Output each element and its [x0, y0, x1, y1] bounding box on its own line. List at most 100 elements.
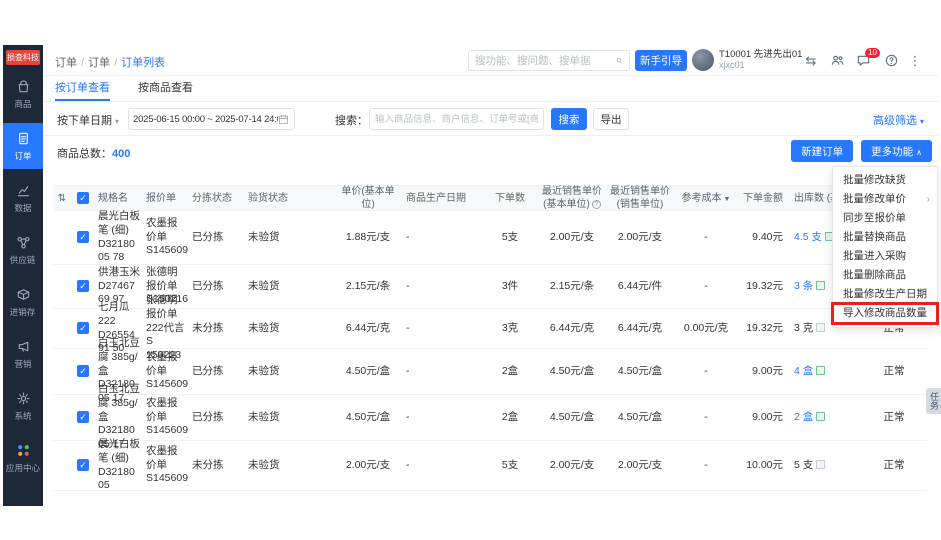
search-icon[interactable]	[616, 55, 623, 67]
sidebar-item-label: 供应链	[10, 253, 36, 265]
export-button[interactable]: 导出	[593, 108, 629, 130]
sidebar-item-supply-chain[interactable]: 供应链	[3, 227, 43, 273]
spec-name[interactable]: 白玉北豆腐 385g/盒	[98, 383, 140, 424]
menu-item[interactable]: 批量删除商品	[833, 266, 937, 285]
edit-icon[interactable]	[816, 323, 825, 332]
menu-item[interactable]: 批量修改缺货	[833, 171, 937, 190]
outbound-quantity[interactable]: 2 盒	[794, 411, 813, 423]
outbound-quantity[interactable]: 4.5 支	[794, 231, 822, 243]
chevron-up-icon: ∧	[916, 148, 922, 157]
message-icon[interactable]: 10	[855, 53, 871, 69]
keyword-search-input[interactable]	[369, 108, 544, 130]
goods-icon	[16, 79, 31, 94]
outbound-quantity[interactable]: 5 支	[794, 459, 813, 471]
breadcrumb-level2[interactable]: 订单	[88, 57, 110, 69]
outbound-quantity[interactable]: 3 条	[794, 280, 813, 292]
sidebar-item-inventory[interactable]: 进销存	[3, 279, 43, 325]
recent-price-base: 6.44元/克	[537, 322, 607, 336]
unit-price: 4.50元/盒	[333, 411, 403, 425]
recent-price-base: 2.15元/条	[537, 280, 607, 294]
sort-icon[interactable]: ⇅	[53, 192, 71, 205]
menu-item[interactable]: 导入修改商品数量	[833, 304, 937, 323]
edit-icon[interactable]	[816, 366, 825, 375]
sidebar-item-label: 订单	[14, 149, 31, 161]
order-amount: 9.00元	[739, 411, 791, 425]
row-checkbox-cell: ✓	[71, 459, 95, 473]
date-type-select[interactable]: 按下单日期▾	[57, 112, 119, 128]
column-header: 分拣状态	[189, 192, 245, 205]
help-icon[interactable]	[883, 53, 899, 69]
switch-account-icon[interactable]: ⇆	[803, 53, 819, 69]
column-header-label: 分拣状态	[192, 193, 232, 204]
row-checkbox[interactable]: ✓	[77, 459, 89, 471]
guide-button[interactable]: 新手引导	[635, 50, 687, 71]
reference-cost: -	[673, 231, 739, 245]
order-amount: 19.32元	[739, 322, 791, 336]
new-order-button[interactable]: 新建订单	[791, 140, 853, 162]
sorting-status: 已分拣	[189, 365, 245, 379]
contacts-icon[interactable]	[829, 53, 845, 69]
menu-item[interactable]: 批量修改生产日期	[833, 285, 937, 304]
sorting-status: 已分拣	[189, 280, 245, 294]
sidebar-item-data[interactable]: 数据	[3, 175, 43, 221]
spec-name[interactable]: 供港玉米	[98, 266, 140, 280]
spec-name[interactable]: 白玉北豆腐 385g/盒	[98, 337, 140, 378]
row-checkbox[interactable]: ✓	[77, 365, 89, 377]
sidebar-item-label: 应用中心	[6, 461, 40, 473]
row-checkbox[interactable]: ✓	[77, 411, 89, 423]
global-search-input[interactable]	[469, 51, 616, 70]
tab-by-product[interactable]: 按商品查看	[138, 76, 193, 101]
more-actions-button[interactable]: 更多功能∧	[861, 140, 932, 162]
breadcrumb-level1[interactable]: 订单	[55, 57, 77, 69]
sidebar-item-app-center[interactable]: 应用中心	[3, 435, 43, 481]
avatar[interactable]	[692, 49, 714, 71]
outbound-quantity[interactable]: 4 盒	[794, 365, 813, 377]
tab-by-order[interactable]: 按订单查看	[55, 76, 110, 101]
column-header: 商品生产日期	[403, 192, 483, 205]
menu-item-label: 同步至报价单	[843, 212, 906, 224]
production-date: -	[403, 231, 483, 245]
edit-icon[interactable]	[816, 460, 825, 469]
spec-name[interactable]: 晨光白板笔 (细)	[98, 438, 140, 465]
advanced-filter-link[interactable]: 高级筛选▾	[873, 112, 924, 128]
filter-bar: 按下单日期▾ 2025-06-15 00:00 ~ 2025-07-14 24:…	[43, 102, 938, 136]
column-header: 报价单	[143, 192, 189, 205]
sidebar-item-orders[interactable]: 订单	[3, 123, 43, 169]
sidebar-item-label: 数据	[14, 201, 31, 213]
menu-item[interactable]: 同步至报价单	[833, 209, 937, 228]
edit-icon[interactable]	[816, 412, 825, 421]
spec-name[interactable]: 七月瓜222	[98, 301, 140, 328]
sorting-status: 未分拣	[189, 322, 245, 336]
filter-caret-icon[interactable]: ▼	[724, 196, 731, 203]
breadcrumb: 订单/订单/订单列表	[55, 54, 165, 70]
row-checkbox[interactable]: ✓	[77, 322, 89, 334]
column-header: 参考成本▼	[673, 192, 739, 205]
row-checkbox[interactable]: ✓	[77, 280, 89, 292]
date-range-input[interactable]: 2025-06-15 00:00 ~ 2025-07-14 24:00	[128, 108, 295, 130]
column-header: 最近销售单价 (销售单位)	[607, 185, 673, 211]
search-button[interactable]: 搜索	[551, 108, 587, 130]
outbound-quantity[interactable]: 3 克	[794, 322, 813, 334]
menu-item[interactable]: 批量修改单价›	[833, 190, 937, 209]
edit-icon[interactable]	[816, 281, 825, 290]
more-menu-icon[interactable]: ⋮	[907, 53, 923, 69]
spec-name[interactable]: 晨光白板笔 (细)	[98, 210, 140, 237]
recent-price-sale: 4.50元/盒	[607, 411, 673, 425]
data-chart-icon	[16, 183, 31, 198]
app-center-icon	[16, 443, 31, 458]
sidebar-item-system[interactable]: 系统	[3, 383, 43, 429]
sidebar-item-marketing[interactable]: 营销	[3, 331, 43, 377]
menu-item-label: 批量删除商品	[843, 269, 906, 281]
calendar-icon	[278, 114, 289, 125]
row-checkbox[interactable]: ✓	[77, 231, 89, 243]
menu-item[interactable]: 批量进入采购	[833, 247, 937, 266]
breadcrumb-separator: /	[114, 57, 117, 69]
column-header-label: 报价单	[146, 193, 176, 204]
production-date: -	[403, 280, 483, 294]
row-checkbox-cell: ✓	[71, 411, 95, 425]
menu-item[interactable]: 批量替换商品	[833, 228, 937, 247]
task-side-tab[interactable]: 任务	[926, 388, 941, 414]
select-all-checkbox[interactable]: ✓	[77, 192, 89, 204]
sidebar-item-goods[interactable]: 商品	[3, 71, 43, 117]
column-header: 单价(基本单位)	[333, 185, 403, 211]
